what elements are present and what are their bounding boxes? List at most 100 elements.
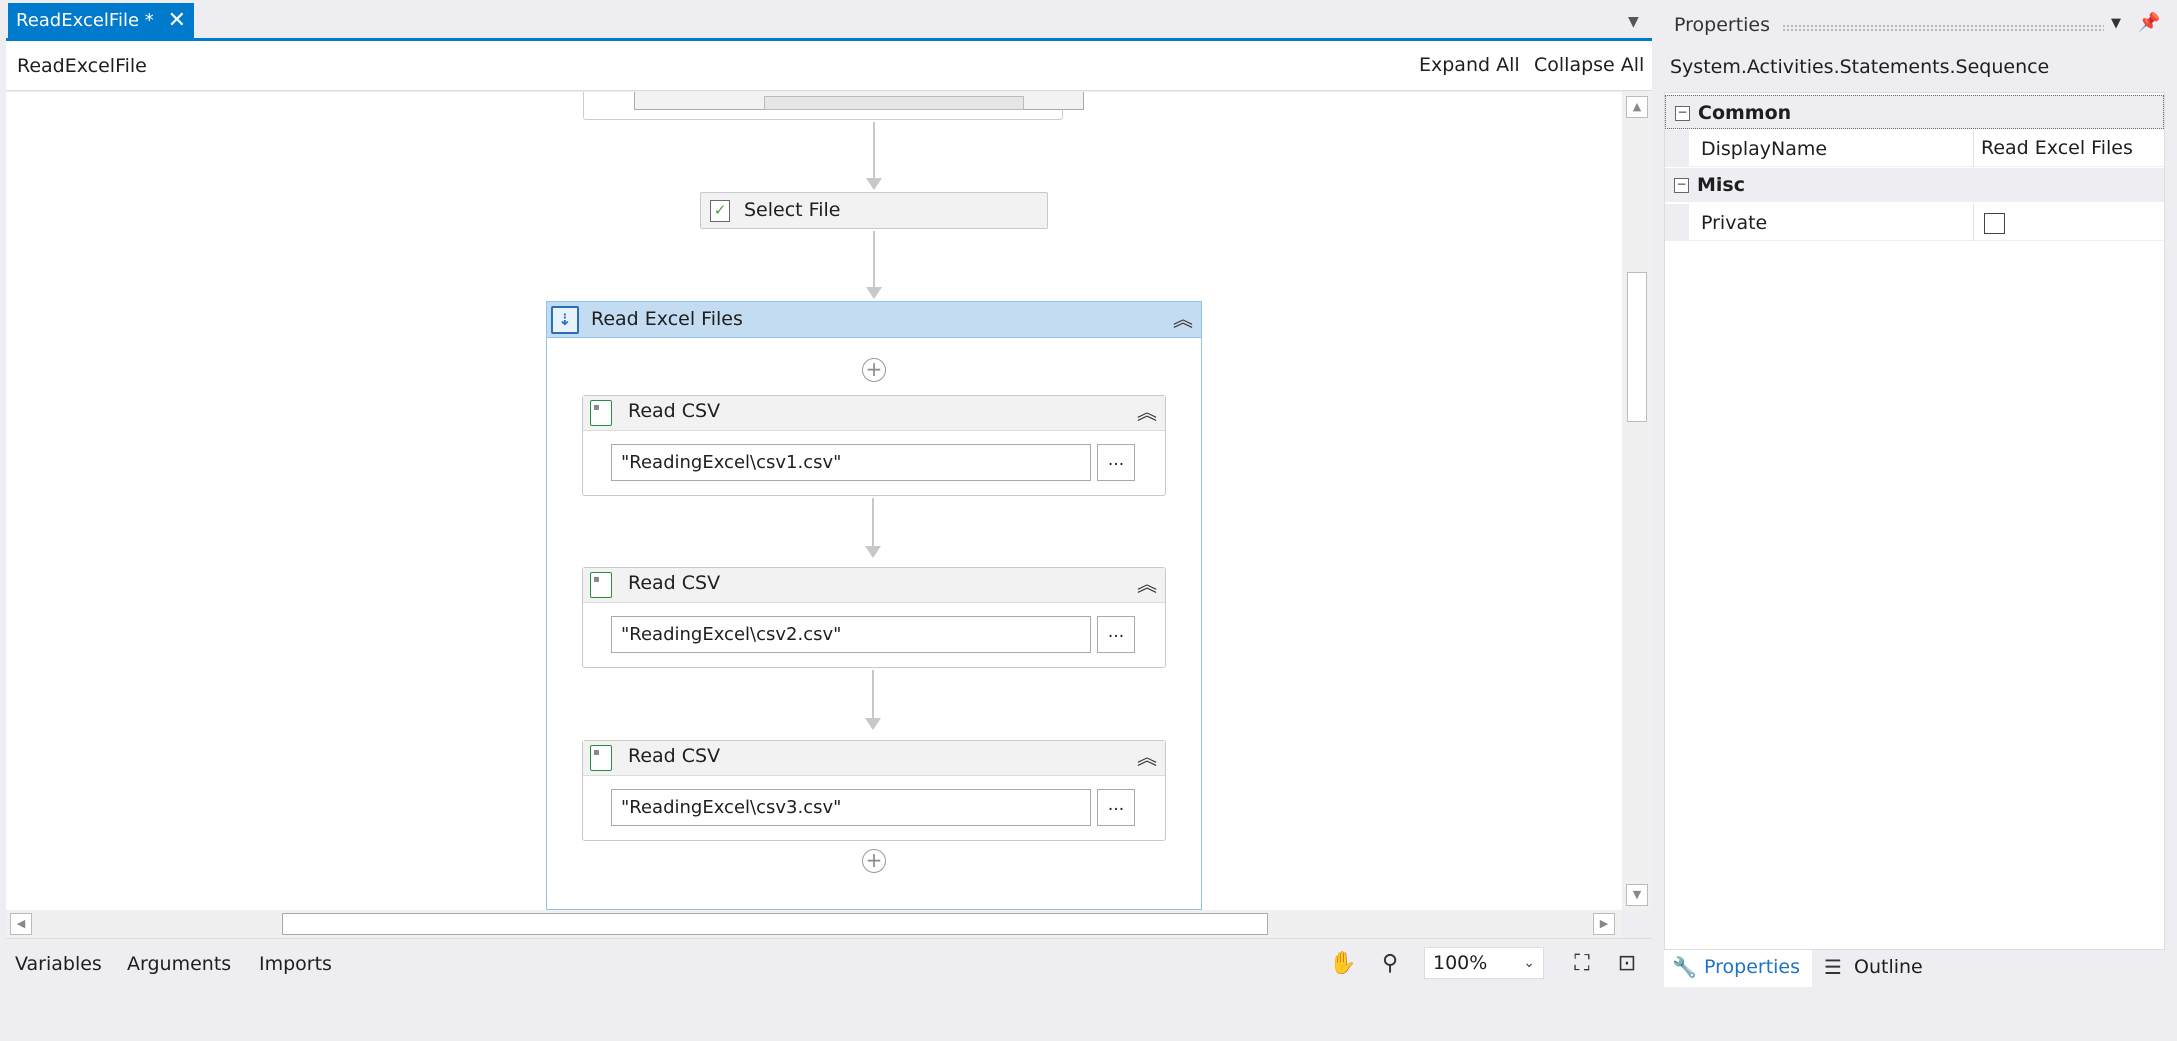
designer-canvas[interactable]: ✓ Select File ⇣ Read Excel Files ︽ + ▪ R…: [6, 92, 1622, 910]
file-path-input[interactable]: "ReadingExcel\csv3.csv": [611, 789, 1091, 826]
connector-arrow: [865, 546, 881, 558]
column-divider: [1973, 130, 1974, 167]
zoom-magnifier-icon[interactable]: ⚲: [1375, 949, 1405, 979]
read-csv-activity-3[interactable]: ▪ Read CSV ︽ "ReadingExcel\csv3.csv" ...: [582, 740, 1166, 841]
properties-bottom-tabs: 🔧 Properties ☰ Outline: [1664, 950, 2165, 987]
panel-menu-chevron-down-icon[interactable]: ▼: [2111, 16, 2121, 31]
tab-label: Outline: [1854, 956, 1923, 978]
designer-bottom-bar: Variables Arguments Imports ✋ ⚲ 100% ⌄ ⛶…: [6, 938, 1652, 987]
arguments-tab[interactable]: Arguments: [127, 953, 231, 975]
category-label: Common: [1698, 102, 1792, 124]
row-gutter: [1665, 204, 1689, 241]
breadcrumb-bar: ReadExcelFile Expand All Collapse All: [6, 41, 1652, 91]
browse-button[interactable]: ...: [1097, 616, 1135, 653]
file-path-input[interactable]: "ReadingExcel\csv2.csv": [611, 616, 1091, 653]
scroll-thumb[interactable]: [1627, 272, 1647, 422]
add-activity-plus-icon[interactable]: +: [862, 849, 886, 873]
close-icon[interactable]: ✕: [168, 3, 186, 39]
property-grid: − Common DisplayName Read Excel Files − …: [1664, 92, 2165, 950]
previous-activity-field: [764, 96, 1024, 110]
read-csv-activity-1[interactable]: ▪ Read CSV ︽ "ReadingExcel\csv1.csv" ...: [582, 395, 1166, 496]
collapse-toggle-icon[interactable]: −: [1675, 106, 1690, 121]
collapse-chevron-up-icon[interactable]: ︽: [1173, 307, 1193, 331]
tab-overflow-chevron-down-icon[interactable]: ▼: [1628, 14, 1639, 30]
properties-title-bar: Properties ▼ 📌: [1664, 6, 2165, 42]
imports-tab[interactable]: Imports: [259, 953, 332, 975]
workflow-designer: ReadExcelFile * ✕ ▼ ReadExcelFile Expand…: [6, 0, 1652, 987]
horizontal-scrollbar[interactable]: ◀ ▶: [6, 910, 1622, 938]
variables-tab[interactable]: Variables: [15, 953, 102, 975]
category-misc[interactable]: − Misc: [1665, 168, 2164, 202]
outline-tree-icon: ☰: [1824, 955, 1842, 979]
overview-map-icon[interactable]: ⊡: [1612, 949, 1642, 979]
connector-line: [873, 122, 875, 180]
read-csv-label: Read CSV: [628, 572, 721, 594]
tab-outline[interactable]: ☰ Outline: [1822, 950, 1923, 985]
connector-arrow: [866, 287, 882, 299]
zoom-level-select[interactable]: 100% ⌄: [1424, 947, 1544, 979]
read-csv-header: ▪ Read CSV ︽: [583, 741, 1165, 776]
add-activity-plus-icon[interactable]: +: [862, 358, 886, 382]
zoom-level-value: 100%: [1433, 952, 1488, 974]
csv-file-icon: ▪: [590, 400, 612, 426]
vertical-scrollbar[interactable]: ▲ ▼: [1622, 92, 1652, 910]
property-row-private: Private: [1665, 204, 2164, 241]
breadcrumb[interactable]: ReadExcelFile: [17, 55, 147, 77]
browse-button[interactable]: ...: [1097, 789, 1135, 826]
sequence-icon: ⇣: [551, 306, 579, 334]
checklist-icon: ✓: [710, 200, 730, 222]
connector-line: [872, 670, 874, 720]
displayname-value-input[interactable]: Read Excel Files: [1981, 137, 2133, 159]
read-csv-header: ▪ Read CSV ︽: [583, 568, 1165, 603]
document-tab-title: ReadExcelFile *: [16, 10, 154, 31]
scroll-left-icon[interactable]: ◀: [10, 913, 32, 935]
property-row-displayname: DisplayName Read Excel Files: [1665, 130, 2164, 167]
private-checkbox[interactable]: [1984, 213, 2005, 234]
browse-button[interactable]: ...: [1097, 444, 1135, 481]
fit-to-screen-icon[interactable]: ⛶: [1567, 949, 1597, 979]
csv-file-icon: ▪: [590, 572, 612, 598]
sequence-header[interactable]: ⇣ Read Excel Files ︽: [547, 302, 1201, 338]
property-name: DisplayName: [1701, 138, 1828, 160]
collapse-chevron-up-icon[interactable]: ︽: [1137, 745, 1157, 769]
previous-activity[interactable]: [583, 92, 1084, 120]
category-common[interactable]: − Common: [1665, 95, 2164, 129]
drag-grip[interactable]: [1782, 24, 2104, 32]
scroll-up-icon[interactable]: ▲: [1626, 96, 1648, 118]
document-tabstrip: ReadExcelFile * ✕ ▼: [6, 0, 1652, 41]
connector-line: [872, 498, 874, 548]
tab-label: Properties: [1704, 956, 1801, 978]
file-path-input[interactable]: "ReadingExcel\csv1.csv": [611, 444, 1091, 481]
read-csv-label: Read CSV: [628, 745, 721, 767]
pin-icon[interactable]: 📌: [2138, 12, 2160, 33]
category-label: Misc: [1697, 174, 1745, 196]
collapse-chevron-up-icon[interactable]: ︽: [1137, 572, 1157, 596]
collapse-chevron-up-icon[interactable]: ︽: [1137, 400, 1157, 424]
read-csv-label: Read CSV: [628, 400, 721, 422]
read-csv-activity-2[interactable]: ▪ Read CSV ︽ "ReadingExcel\csv2.csv" ...: [582, 567, 1166, 668]
document-tab-readexcelfile[interactable]: ReadExcelFile * ✕: [8, 3, 194, 39]
collapse-toggle-icon[interactable]: −: [1674, 178, 1689, 193]
activity-label: Select File: [744, 199, 841, 221]
properties-panel: Properties ▼ 📌 System.Activities.Stateme…: [1664, 0, 2165, 987]
expand-all-button[interactable]: Expand All: [1419, 54, 1520, 76]
csv-file-icon: ▪: [590, 745, 612, 771]
connector-arrow: [866, 178, 882, 190]
scroll-down-icon[interactable]: ▼: [1626, 884, 1648, 906]
pan-hand-icon[interactable]: ✋: [1328, 949, 1358, 979]
collapse-all-button[interactable]: Collapse All: [1534, 54, 1644, 76]
connector-line: [873, 231, 875, 289]
scroll-right-icon[interactable]: ▶: [1593, 913, 1615, 935]
tab-properties[interactable]: 🔧 Properties: [1664, 950, 1812, 987]
chevron-down-icon: ⌄: [1523, 955, 1535, 971]
read-csv-header: ▪ Read CSV ︽: [583, 396, 1165, 431]
panel-title: Properties: [1674, 14, 1771, 36]
property-name: Private: [1701, 212, 1768, 234]
row-gutter: [1665, 130, 1689, 167]
wrench-icon: 🔧: [1672, 955, 1697, 979]
select-file-activity[interactable]: ✓ Select File: [700, 192, 1048, 229]
connector-arrow: [865, 718, 881, 730]
scroll-thumb[interactable]: [282, 913, 1268, 935]
read-excel-files-sequence[interactable]: ⇣ Read Excel Files ︽ + ▪ Read CSV ︽ "Rea…: [546, 301, 1202, 910]
sequence-label: Read Excel Files: [591, 308, 743, 330]
